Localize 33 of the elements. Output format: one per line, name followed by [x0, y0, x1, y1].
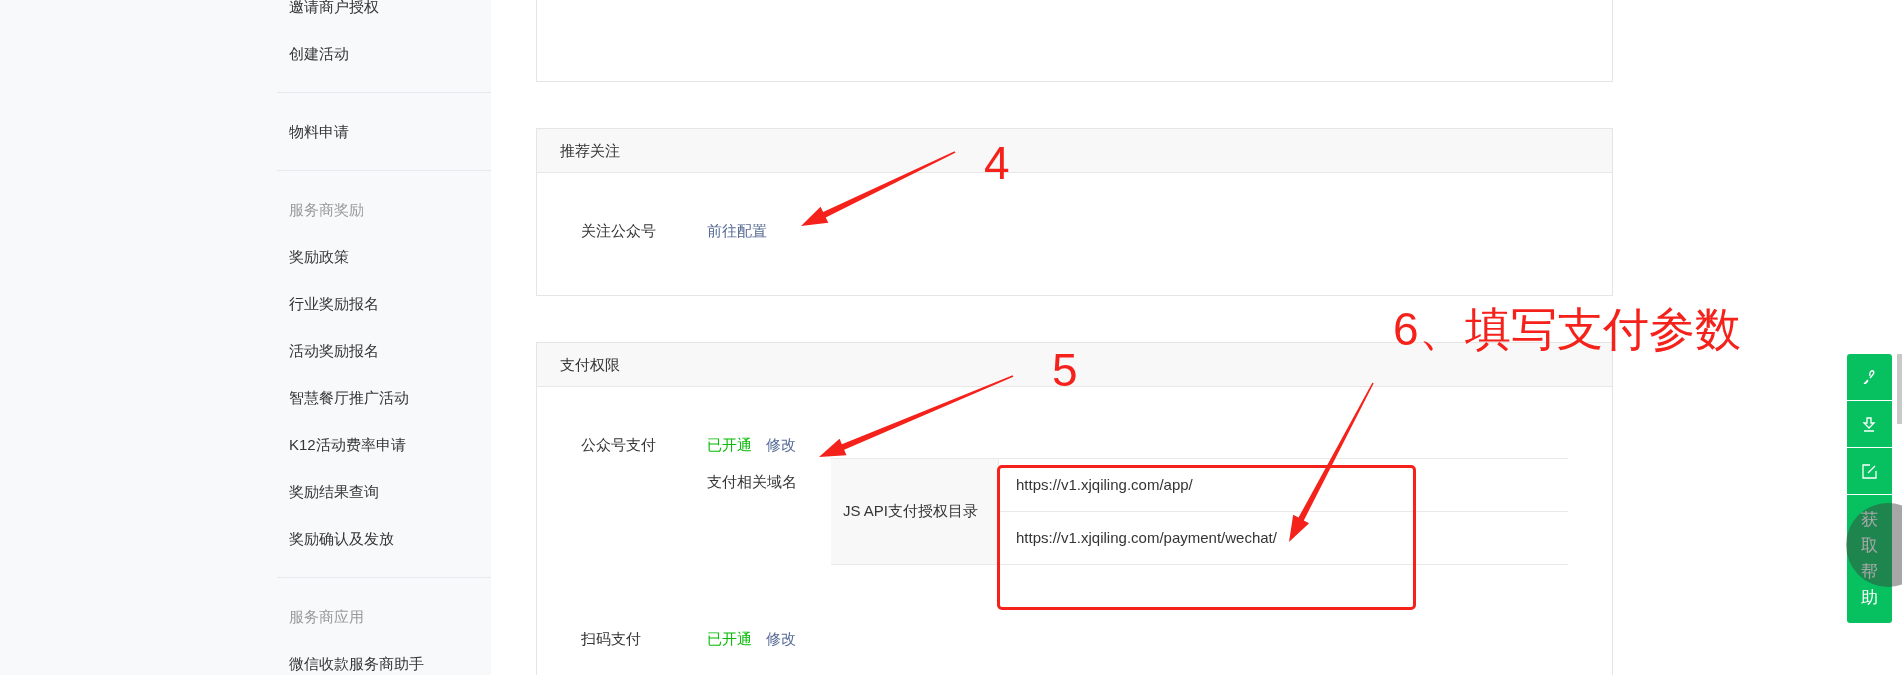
download-button[interactable]: [1847, 401, 1892, 447]
link[interactable]: 修改: [766, 435, 796, 455]
link[interactable]: 前往配置: [707, 221, 767, 241]
table-cell: JS API支付授权目录: [831, 459, 999, 564]
sidebar-item[interactable]: K12活动费率申请: [277, 421, 406, 468]
sidebar-item[interactable]: 微信收款服务商助手: [277, 640, 424, 675]
field-label: 公众号支付: [581, 435, 657, 455]
sidebar-item[interactable]: 奖励政策: [277, 233, 349, 280]
table-cell-text: https://v1.xjqiling.com/app/: [1015, 475, 1194, 495]
annotation-text: 4: [984, 136, 1010, 190]
edit-icon: [1861, 462, 1878, 480]
sidebar-item[interactable]: 智慧餐厅推广活动: [277, 374, 409, 421]
annotation-text: 6、填写支付参数: [1393, 302, 1741, 356]
sidebar-item[interactable]: 奖励结果查询: [277, 468, 379, 515]
annotation-text: 5: [1052, 343, 1078, 397]
field-label: 关注公众号: [581, 221, 657, 241]
sidebar-item[interactable]: 活动奖励报名: [277, 327, 379, 374]
sidebar-item[interactable]: 行业奖励报名: [277, 280, 379, 327]
link-button[interactable]: [1847, 354, 1892, 400]
sidebar-item[interactable]: 创建活动: [277, 30, 349, 77]
sidebar-item[interactable]: 邀请商户授权: [277, 0, 379, 30]
download-icon: [1861, 415, 1878, 433]
link[interactable]: 修改: [766, 629, 796, 649]
sidebar-item[interactable]: 奖励确认及发放: [277, 515, 394, 562]
field-label: 扫码支付: [581, 629, 642, 649]
status-text: 已开通: [707, 629, 752, 649]
status-text: 已开通: [707, 435, 752, 455]
scrollbar[interactable]: [1897, 354, 1902, 424]
sidebar-heading: 服务商奖励: [288, 200, 364, 220]
edit-button[interactable]: [1847, 448, 1892, 494]
sidebar-item[interactable]: 物料申请: [277, 108, 349, 155]
sidebar-heading: 服务商应用: [288, 607, 364, 627]
field-label: 支付相关域名: [707, 472, 798, 492]
